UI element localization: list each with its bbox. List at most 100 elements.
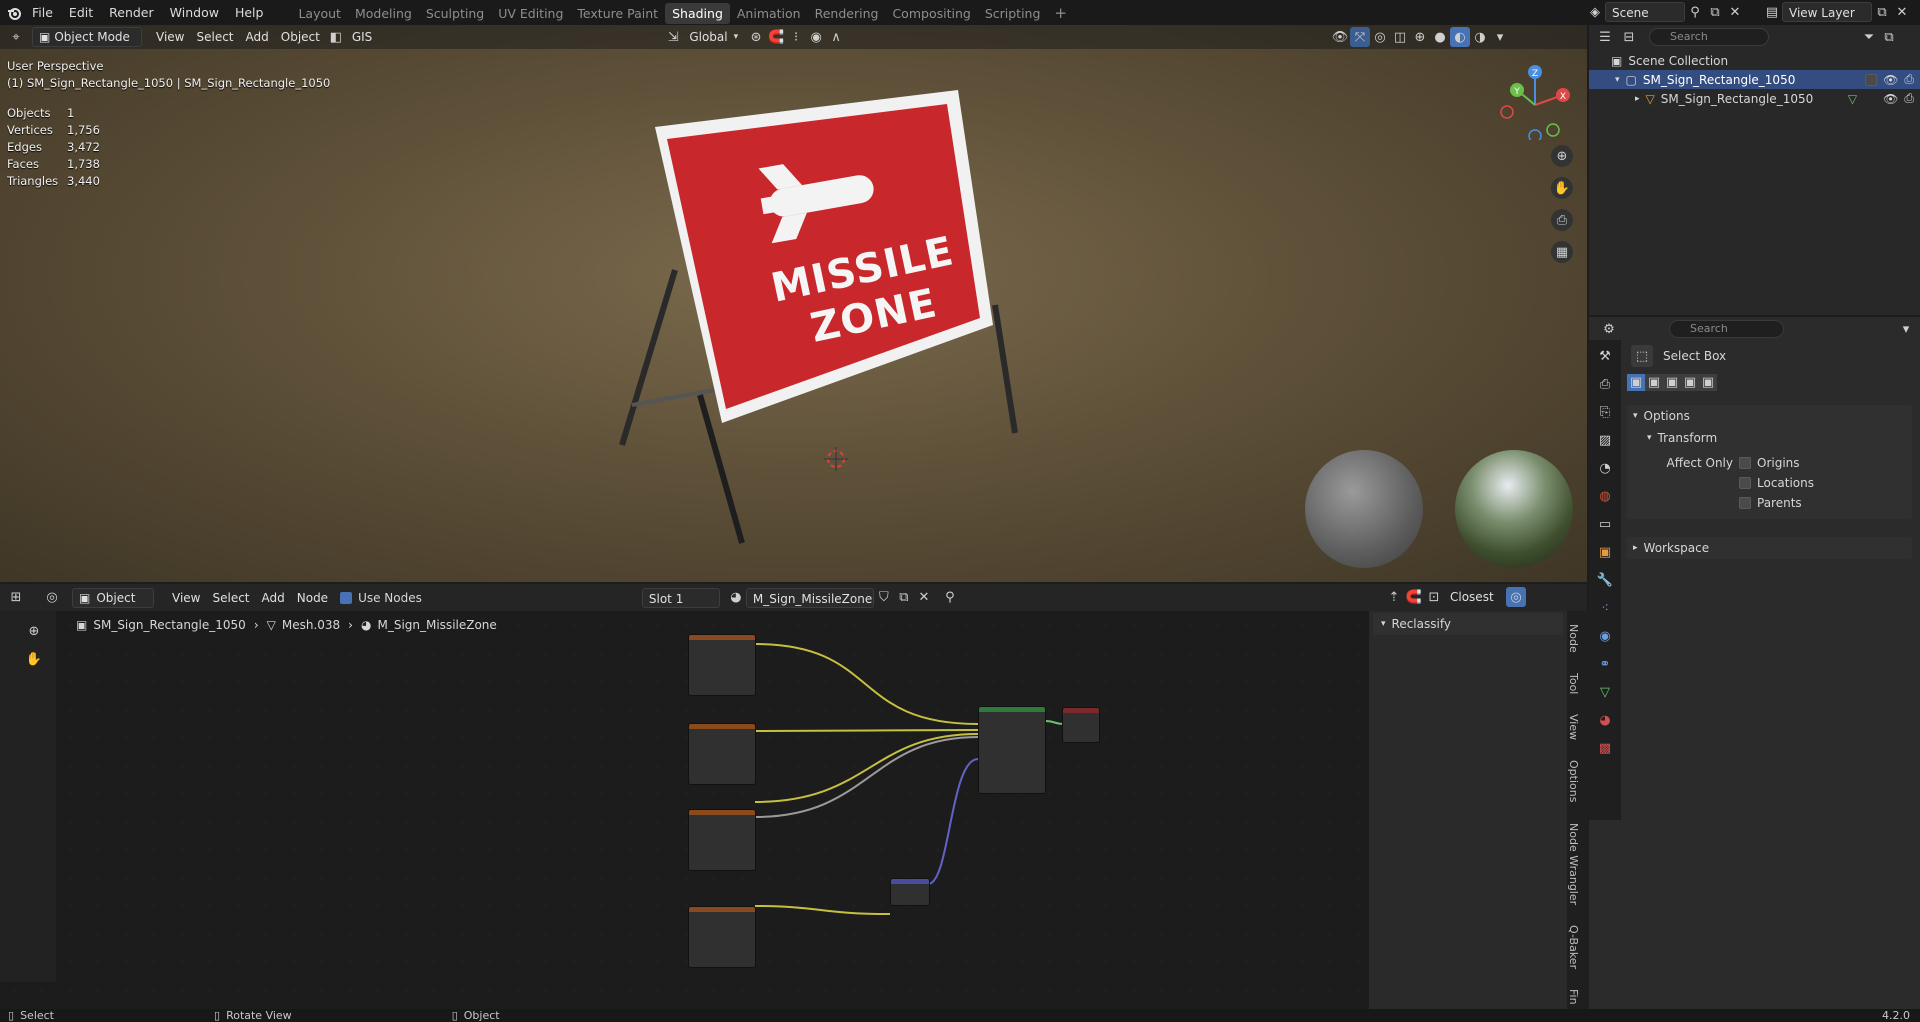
snap-increment-icon[interactable]: ⁝	[786, 27, 806, 47]
material-browse-icon[interactable]: ◕	[726, 588, 746, 608]
snap-icon[interactable]: 🧲	[1404, 587, 1424, 607]
close-icon[interactable]: ✕	[1725, 2, 1745, 22]
ortho-grid-icon[interactable]: ▦	[1551, 241, 1573, 263]
material-output-node[interactable]	[1062, 707, 1100, 743]
menu-file[interactable]: File	[24, 0, 61, 25]
collection-tab-icon[interactable]: ▭	[1595, 514, 1615, 534]
view-layer-tab-icon[interactable]: ▨	[1595, 430, 1615, 450]
zoom-icon[interactable]: ⊕	[1551, 145, 1573, 167]
scene-collection-row[interactable]: ▣ Scene Collection	[1589, 51, 1920, 70]
viewport-menu-object[interactable]: Object	[275, 27, 326, 47]
reclassify-panel-header[interactable]: ▾ Reclassify	[1373, 613, 1563, 635]
new-view-layer-icon[interactable]: ⧉	[1872, 2, 1892, 22]
menu-render[interactable]: Render	[101, 0, 162, 25]
mode-extend-icon[interactable]: ▣	[1645, 374, 1663, 391]
physics-tab-icon[interactable]: ◉	[1595, 626, 1615, 646]
pin-icon[interactable]: ⚲	[1685, 2, 1705, 22]
properties-type-icon[interactable]: ⚙	[1599, 319, 1619, 339]
pivot-icon[interactable]: ⊛	[746, 27, 766, 47]
falloff-icon[interactable]: ∧	[826, 27, 846, 47]
sidebar-tab-tool[interactable]: Tool	[1567, 668, 1580, 699]
locations-checkbox[interactable]	[1739, 477, 1751, 489]
visibility-icon[interactable]: 👁	[1330, 27, 1350, 47]
node-menu-add[interactable]: Add	[256, 588, 291, 608]
texture-tab-icon[interactable]: ▩	[1595, 738, 1615, 758]
tab-sculpting[interactable]: Sculpting	[419, 3, 491, 24]
sidebar-tab-options[interactable]: Options	[1567, 755, 1580, 807]
material-name-field[interactable]: M_Sign_MissileZone	[745, 587, 874, 608]
eye-icon[interactable]: 👁	[1883, 92, 1898, 106]
editor-type-icon[interactable]: ⌖	[6, 27, 26, 47]
view-layer-name[interactable]: View Layer	[1782, 2, 1872, 22]
tab-compositing[interactable]: Compositing	[885, 3, 977, 24]
tab-animation[interactable]: Animation	[730, 3, 808, 24]
solid-shading-icon[interactable]: ●	[1430, 27, 1450, 47]
sidebar-tab-view[interactable]: View	[1567, 709, 1580, 745]
use-nodes-toggle[interactable]: Use Nodes	[340, 591, 422, 605]
scene-tab-icon[interactable]: ◔	[1595, 458, 1615, 478]
node-menu-select[interactable]: Select	[206, 588, 255, 608]
mode-new-icon[interactable]: ▣	[1627, 374, 1645, 391]
mode-subtract-icon[interactable]: ▣	[1663, 374, 1681, 391]
pin-icon[interactable]: ⚲	[940, 588, 960, 608]
camera-icon[interactable]: ⎙	[1551, 209, 1573, 231]
tab-texture-paint[interactable]: Texture Paint	[570, 3, 665, 24]
color-palette-icon[interactable]: ◧	[326, 27, 346, 47]
camera-render-icon[interactable]: ⎙	[1904, 91, 1914, 106]
render-tab-icon[interactable]: ⎙	[1595, 374, 1615, 394]
mode-intersect-icon[interactable]: ▣	[1699, 374, 1717, 391]
viewport-menu-view[interactable]: View	[150, 27, 190, 47]
outliner-search-input[interactable]: Search	[1649, 28, 1769, 46]
material-preview-icon[interactable]: ◐	[1450, 27, 1470, 47]
select-box-icon[interactable]: ⬚	[1631, 345, 1653, 367]
slot-dropdown[interactable]: Slot 1	[641, 587, 720, 608]
chevron-right-icon[interactable]: ▸	[1635, 94, 1640, 104]
overlay-toggle-icon[interactable]: ◎	[1370, 27, 1390, 47]
3d-viewport[interactable]: MISSILE ZONE User Perspective (1) SM_Sig…	[0, 25, 1587, 582]
overlay-toggle-icon[interactable]: ◎	[1506, 587, 1526, 607]
gizmo-toggle-icon[interactable]: ⤧	[1350, 27, 1370, 47]
tab-modeling[interactable]: Modeling	[348, 3, 419, 24]
tool-tab-icon[interactable]: ⚒	[1595, 346, 1615, 366]
image-texture-node[interactable]	[688, 634, 756, 696]
properties-search-input[interactable]: Search	[1669, 320, 1784, 338]
eye-icon[interactable]: 👁	[1883, 73, 1898, 87]
menu-help[interactable]: Help	[227, 0, 272, 25]
normal-map-node[interactable]	[890, 878, 930, 906]
scene-name[interactable]: Scene	[1605, 2, 1685, 22]
snap-target-icon[interactable]: ⊡	[1424, 587, 1444, 607]
wireframe-shading-icon[interactable]: ⊕	[1410, 27, 1430, 47]
tab-shading[interactable]: Shading	[665, 3, 730, 24]
tab-scripting[interactable]: Scripting	[978, 3, 1048, 24]
object-mode-dropdown[interactable]: ▣ Object Mode	[32, 27, 142, 47]
shader-type-icon[interactable]: ◎	[42, 588, 62, 608]
3d-cursor-icon[interactable]	[824, 447, 848, 471]
workspace-panel[interactable]: ▸ Workspace	[1627, 537, 1912, 559]
xray-icon[interactable]: ◫	[1390, 27, 1410, 47]
tab-rendering[interactable]: Rendering	[808, 3, 886, 24]
sidebar-tab-q-baker[interactable]: Q-Baker	[1567, 920, 1580, 974]
exclude-checkbox[interactable]	[1865, 73, 1878, 86]
chevron-down-icon[interactable]: ▾	[1896, 319, 1916, 339]
proportional-edit-icon[interactable]: ◉	[806, 27, 826, 47]
editor-type-icon[interactable]: ⊞	[6, 588, 26, 608]
new-collection-icon[interactable]: ⧉	[1879, 27, 1899, 47]
pan-hand-icon[interactable]: ✋	[1551, 177, 1573, 199]
outliner-row[interactable]: ▸ ▽ SM_Sign_Rectangle_1050 ▽ 👁 ⎙	[1589, 89, 1920, 108]
sidebar-tab-fin[interactable]: Fin	[1567, 984, 1580, 1010]
snap-mode-dropdown[interactable]: Closest	[1444, 587, 1506, 607]
world-tab-icon[interactable]: ◍	[1595, 486, 1615, 506]
parents-checkbox[interactable]	[1739, 497, 1751, 509]
menu-window[interactable]: Window	[162, 0, 227, 25]
shader-node-editor[interactable]: ⊕ ✋ ▣ SM_Sign_Rectangle_1050 › ▽ Mesh.03…	[0, 584, 1587, 1009]
new-scene-icon[interactable]: ⧉	[1705, 2, 1725, 22]
tab-layout[interactable]: Layout	[291, 3, 348, 24]
filter-icon[interactable]: ⏷	[1859, 27, 1879, 47]
transform-orientation[interactable]: ⇲ Global ▾	[663, 27, 738, 47]
modifier-tab-icon[interactable]: 🔧	[1595, 570, 1615, 590]
sidebar-tab-node-wrangler[interactable]: Node Wrangler	[1567, 818, 1580, 910]
outliner-type-icon[interactable]: ☰	[1595, 27, 1615, 47]
mode-invert-icon[interactable]: ▣	[1681, 374, 1699, 391]
node-menu-view[interactable]: View	[166, 588, 206, 608]
viewport-menu-select[interactable]: Select	[190, 27, 239, 47]
